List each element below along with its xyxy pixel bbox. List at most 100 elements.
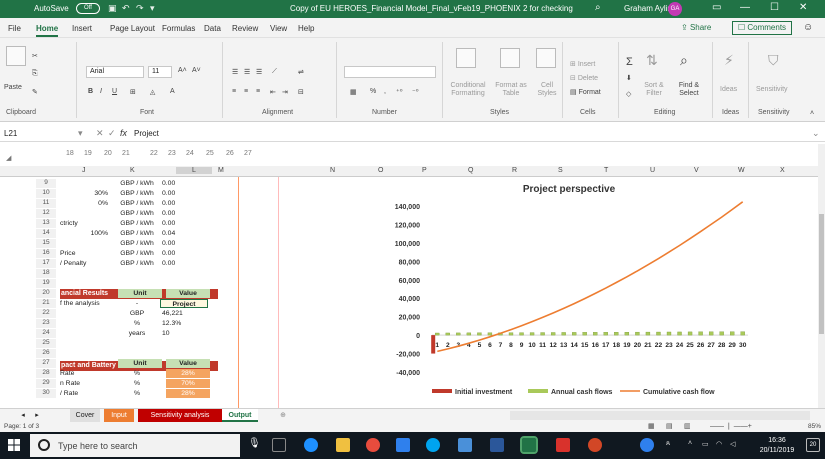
column-header[interactable]: J: [82, 167, 86, 174]
cell-unit[interactable]: GBP / kWh: [112, 239, 162, 248]
cell-unit-header[interactable]: Unit: [118, 359, 162, 368]
row-number[interactable]: 12: [36, 209, 56, 218]
fill-icon[interactable]: ⬇: [626, 74, 632, 82]
cell-label[interactable]: / Penalty: [60, 259, 108, 268]
save-icon[interactable]: ▣: [108, 3, 117, 14]
cell-unit[interactable]: GBP / kWh: [112, 209, 162, 218]
cell-unit[interactable]: -: [112, 299, 162, 308]
column-header[interactable]: P: [422, 167, 427, 174]
increase-decimal-icon[interactable]: ⁺⁰: [396, 88, 403, 96]
ribbon-display-options-icon[interactable]: ▭: [712, 2, 721, 13]
cell-unit[interactable]: %: [112, 369, 162, 378]
column-header[interactable]: V: [694, 167, 699, 174]
cell-unit[interactable]: GBP / kWh: [112, 199, 162, 208]
conditional-formatting-button[interactable]: Conditional Formatting: [446, 82, 490, 98]
find-select-button[interactable]: Find & Select: [674, 82, 704, 98]
row-number[interactable]: 27: [36, 359, 56, 368]
cell-label[interactable]: Rate: [60, 369, 108, 378]
font-color-icon[interactable]: A: [170, 88, 175, 95]
tab-review[interactable]: Review: [232, 24, 258, 33]
cell-unit[interactable]: GBP / kWh: [112, 179, 162, 188]
decrease-font-icon[interactable]: A˅: [192, 67, 201, 74]
select-all-icon[interactable]: ◢: [6, 154, 11, 162]
bold-icon[interactable]: B: [88, 88, 93, 95]
cell-unit-header[interactable]: Unit: [118, 289, 162, 298]
row-number[interactable]: 24: [36, 329, 56, 338]
cell-unit[interactable]: %: [112, 319, 162, 328]
column-header[interactable]: S: [558, 167, 563, 174]
tab-home[interactable]: Home: [36, 24, 59, 37]
paste-button[interactable]: Paste: [4, 84, 22, 91]
decrease-decimal-icon[interactable]: ⁻⁰: [412, 88, 419, 96]
zoom-slider[interactable]: —— ❘ ——+: [710, 422, 752, 430]
cell-label[interactable]: 30%: [60, 189, 108, 198]
cell-unit[interactable]: GBP / kWh: [112, 259, 162, 268]
borders-icon[interactable]: ⊞: [130, 88, 136, 96]
cell-label[interactable]: [60, 269, 108, 278]
row-number[interactable]: 20: [36, 289, 56, 298]
powerpoint-icon[interactable]: [588, 438, 602, 452]
cell-value[interactable]: 12.3%: [162, 319, 196, 328]
format-cells-button[interactable]: ▤ Format: [570, 88, 601, 96]
sort-filter-icon[interactable]: ⇅: [646, 52, 658, 69]
taskbar-clock[interactable]: 16:36 20/11/2019: [752, 436, 802, 456]
row-number[interactable]: 30: [36, 389, 56, 398]
app-icon[interactable]: [458, 438, 472, 452]
sheet-tab-cover[interactable]: Cover: [70, 409, 100, 422]
cell-unit[interactable]: GBP: [112, 309, 162, 318]
row-number[interactable]: 17: [36, 259, 56, 268]
cell-value[interactable]: 10: [162, 329, 196, 338]
file-explorer-icon[interactable]: [336, 438, 350, 452]
cell-label[interactable]: [60, 209, 108, 218]
minimize-icon[interactable]: —: [740, 2, 750, 13]
cell-label[interactable]: 0%: [60, 199, 108, 208]
task-view-icon[interactable]: [272, 438, 286, 452]
format-painter-icon[interactable]: ✎: [32, 88, 38, 96]
cell-selected[interactable]: Project: [160, 299, 208, 308]
align-middle-icon[interactable]: ☰: [244, 68, 250, 76]
tab-file[interactable]: File: [8, 24, 21, 33]
cell-value[interactable]: 0.00: [162, 219, 196, 228]
font-size-select[interactable]: 11: [148, 66, 172, 78]
cell-label[interactable]: [60, 239, 108, 248]
share-button[interactable]: ⇪ Share: [681, 23, 711, 32]
sort-filter-button[interactable]: Sort & Filter: [640, 82, 668, 98]
cell-value[interactable]: 0.00: [162, 189, 196, 198]
cell-unit[interactable]: %: [112, 389, 162, 398]
cell-label[interactable]: n Rate: [60, 379, 108, 388]
cell-value[interactable]: 0.00: [162, 209, 196, 218]
sensitivity-button[interactable]: Sensitivity: [756, 86, 788, 93]
font-name-select[interactable]: Arial: [86, 66, 144, 78]
volume-icon[interactable]: ◁: [730, 440, 735, 448]
vertical-scrollbar[interactable]: [818, 144, 825, 408]
next-sheet-icon[interactable]: ▸: [32, 409, 42, 422]
cell-value[interactable]: 0.00: [162, 259, 196, 268]
page-layout-view-icon[interactable]: ▤: [666, 422, 673, 430]
outline-level[interactable]: 24: [186, 150, 194, 157]
increase-font-icon[interactable]: A˄: [178, 67, 187, 74]
accounting-format-icon[interactable]: ▦: [350, 88, 357, 96]
italic-icon[interactable]: I: [100, 88, 102, 95]
outline-level[interactable]: 18: [66, 150, 74, 157]
column-header[interactable]: R: [512, 167, 517, 174]
cell-value-header[interactable]: Value: [166, 289, 210, 298]
tab-help[interactable]: Help: [298, 24, 314, 33]
format-as-table-button[interactable]: Format as Table: [492, 82, 530, 98]
name-box[interactable]: L21: [4, 128, 68, 140]
wrap-text-icon[interactable]: ⇌: [298, 68, 304, 76]
cell-label[interactable]: [60, 319, 108, 328]
wifi-icon[interactable]: ◠: [716, 440, 722, 448]
column-header[interactable]: N: [330, 167, 335, 174]
copy-icon[interactable]: ⎘: [32, 70, 38, 78]
cell-unit[interactable]: GBP / kWh: [112, 219, 162, 228]
cell-unit[interactable]: years: [112, 329, 162, 338]
redo-icon[interactable]: ↷: [136, 3, 144, 14]
battery-icon[interactable]: ▭: [702, 440, 709, 448]
cell-value[interactable]: 0.00: [162, 249, 196, 258]
cell-value[interactable]: [162, 339, 196, 348]
word-icon[interactable]: [490, 438, 504, 452]
cell-value[interactable]: 0.00: [162, 199, 196, 208]
column-header[interactable]: U: [650, 167, 655, 174]
outline-level[interactable]: 20: [104, 150, 112, 157]
row-number[interactable]: 9: [36, 179, 56, 188]
